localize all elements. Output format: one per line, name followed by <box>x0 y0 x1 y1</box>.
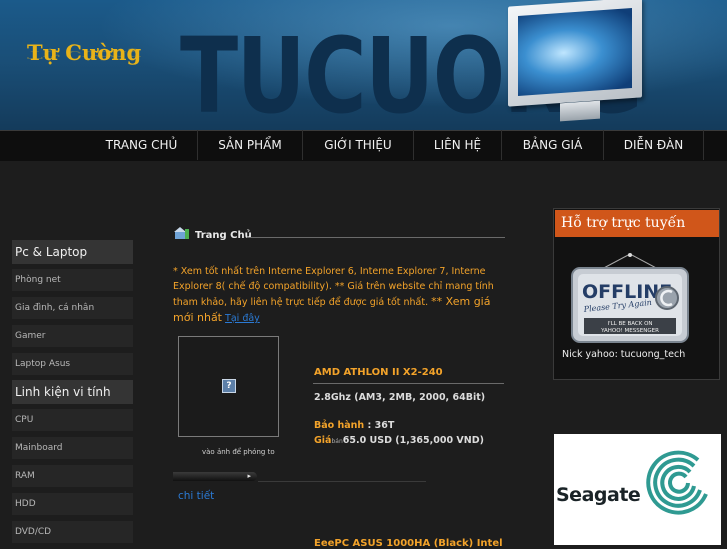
sidebar-item-cpu[interactable]: CPU <box>12 409 133 431</box>
product-warranty: Bảo hành : 36T <box>314 420 394 431</box>
product-spec: 2.8Ghz (AM3, 2MB, 2000, 64Bit) <box>314 392 486 403</box>
nav-dien-dan[interactable]: DIỄN ĐÀN <box>604 130 704 160</box>
nav-gioi-thieu[interactable]: GIỚI THIỆU <box>303 130 414 160</box>
nav-lien-he[interactable]: LIÊN HỆ <box>414 130 502 160</box>
price-label-small: bán <box>331 438 343 445</box>
sidebar-item-laptop-asus[interactable]: Laptop Asus <box>12 353 133 375</box>
product-name-divider <box>313 383 504 384</box>
broken-image-icon: ? <box>222 379 236 393</box>
nav-bang-gia[interactable]: BẢNG GIÁ <box>502 130 604 160</box>
breadcrumb[interactable]: Trang Chủ <box>195 230 252 241</box>
product-price: Giábán65.0 USD (1,365,000 VND) <box>314 435 484 446</box>
sidebar-item-hdd[interactable]: HDD <box>12 493 133 515</box>
product-scroll-arrow[interactable]: ▸ <box>173 472 257 481</box>
nav-trang-chu[interactable]: TRANG CHỦ <box>86 130 198 160</box>
latest-price-link[interactable]: Tại đây <box>225 313 260 324</box>
warranty-value: : 36T <box>367 420 395 431</box>
yahoo-offline-badge[interactable]: OFFLINE Please Try Again I'LL BE BACK ON… <box>570 252 690 344</box>
sidebar-item-gia-dinh[interactable]: Gia đình, cá nhân <box>12 297 133 319</box>
offline-back-line2: YAHOO! MESSENGER <box>600 328 659 334</box>
image-zoom-caption: vào ảnh để phóng to <box>202 448 275 456</box>
home-icon <box>174 227 189 239</box>
offline-back-line1: I'LL BE BACK ON <box>607 321 652 327</box>
sidebar-category-pc-laptop[interactable]: Pc & Laptop <box>12 240 133 264</box>
product-detail-link[interactable]: chi tiết <box>178 490 214 502</box>
seagate-wordmark: Seagate <box>556 484 641 506</box>
price-value: 65.0 USD (1,365,000 VND) <box>342 435 484 446</box>
sidebar-item-mainboard[interactable]: Mainboard <box>12 437 133 459</box>
sidebar-item-dvd-cd[interactable]: DVD/CD <box>12 521 133 543</box>
breadcrumb-divider <box>247 237 505 238</box>
nav-san-pham[interactable]: SẢN PHẨM <box>198 130 303 160</box>
product-divider <box>258 481 426 482</box>
price-label: Giá <box>314 435 332 446</box>
support-title: Hỗ trợ trực tuyến <box>555 210 719 237</box>
product-name[interactable]: AMD ATHLON II X2-240 <box>314 367 443 378</box>
sidebar-item-phong-net[interactable]: Phòng net <box>12 269 133 291</box>
site-logo-reflection: Tự Cường <box>27 48 142 62</box>
sidebar-item-ram[interactable]: RAM <box>12 465 133 487</box>
yahoo-nick: Nick yahoo: tucuong_tech <box>562 349 686 360</box>
next-product-name[interactable]: EeePC ASUS 1000HA (Black) Intel <box>314 538 503 549</box>
sidebar-item-gamer[interactable]: Gamer <box>12 325 133 347</box>
site-notice: * Xem tốt nhất trên Interne Explorer 6, … <box>173 264 509 326</box>
seagate-logo-icon <box>646 450 708 515</box>
monitor-image <box>500 0 648 124</box>
warranty-label: Bảo hành <box>314 420 365 431</box>
sidebar-category-linh-kien[interactable]: Linh kiện vi tính <box>12 380 133 404</box>
